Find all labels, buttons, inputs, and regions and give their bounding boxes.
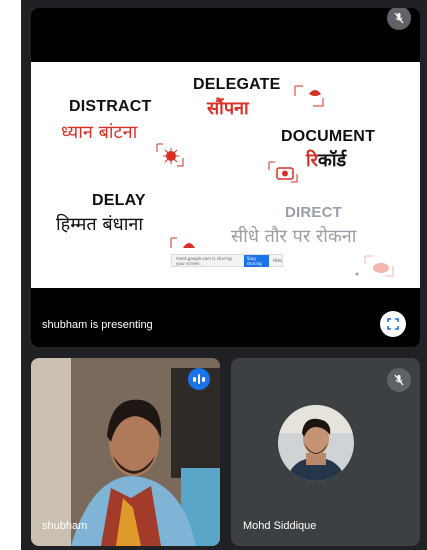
avatar	[278, 405, 354, 481]
direct-icon	[355, 255, 394, 277]
slide-translation-delegate: सौंपना	[207, 98, 249, 119]
slide-translation-distract: ध्यान बांटना	[61, 122, 138, 143]
slide-term-direct: DIRECT	[285, 204, 343, 221]
camera-icon	[268, 161, 298, 183]
delay-icon	[170, 237, 195, 248]
share-bar-text: meet.google.com is sharing your screen.	[176, 255, 232, 266]
presentation-tile[interactable]: DELEGATE सौंपना DISTRACT ध्यान बांटना DO…	[31, 8, 420, 347]
slide-translation-document: रिकॉर्ड	[306, 150, 347, 171]
participant-name-mohd-siddique: Mohd Siddique	[243, 520, 317, 532]
burst-icon	[156, 143, 184, 167]
speaking-indicator-icon	[188, 368, 210, 390]
participant-tile-shubham[interactable]: shubham	[31, 358, 220, 546]
slide-term-delegate: DELEGATE	[193, 76, 281, 93]
slide-translation-direct: सीधे तौर पर रोकना	[231, 226, 357, 247]
slide-term-document: DOCUMENT	[281, 128, 376, 145]
presenter-label: shubham is presenting	[42, 319, 153, 331]
screen-share-bar: meet.google.com is sharing your screen. …	[171, 254, 283, 267]
fullscreen-button[interactable]	[380, 311, 406, 337]
fullscreen-icon	[387, 318, 399, 330]
mic-off-icon	[387, 368, 411, 392]
participant-name-shubham: shubham	[42, 520, 88, 532]
slide-term-distract: DISTRACT	[69, 98, 152, 115]
mic-off-icon	[387, 8, 411, 30]
shared-slide: DELEGATE सौंपना DISTRACT ध्यान बांटना DO…	[31, 62, 420, 288]
hand-icon	[294, 85, 324, 107]
hide-share-bar-button[interactable]: Hide	[273, 258, 282, 263]
slide-term-delay: DELAY	[92, 192, 146, 209]
slide-translation-delay: हिम्मत बंधाना	[56, 214, 144, 235]
stop-sharing-button[interactable]: Stop sharing	[243, 254, 269, 267]
participant-tile-mohd-siddique[interactable]: Mohd Siddique	[231, 358, 420, 546]
